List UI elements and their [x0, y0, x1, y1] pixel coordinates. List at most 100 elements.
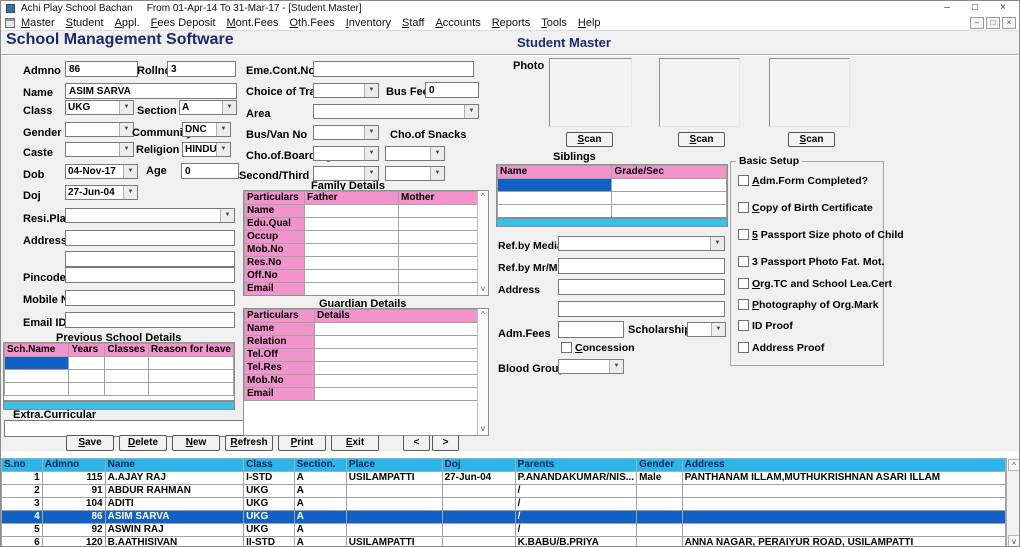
chevron-down-icon[interactable]: ▼	[119, 143, 133, 156]
cell[interactable]	[637, 537, 683, 547]
cell[interactable]: 91	[42, 485, 105, 498]
column-header[interactable]: Particulars	[245, 192, 305, 205]
cell[interactable]	[399, 257, 479, 270]
cell[interactable]: 92	[42, 524, 105, 537]
chevron-down-icon[interactable]: ▼	[711, 323, 725, 336]
address-proof-checkbox[interactable]	[738, 342, 749, 353]
mobile-input[interactable]	[65, 290, 235, 306]
cell[interactable]	[305, 283, 399, 296]
column-header[interactable]: Classes	[105, 344, 149, 357]
child-close-icon[interactable]: ×	[1002, 17, 1016, 29]
column-header[interactable]: Name	[498, 166, 612, 179]
table-row[interactable]: Off.No	[245, 270, 479, 283]
rollno-input[interactable]	[167, 61, 236, 77]
table-row[interactable]: Mob.No	[245, 375, 479, 388]
lang-combo-2[interactable]: ▼	[385, 166, 445, 181]
column-header[interactable]: Address	[682, 459, 1005, 472]
cell[interactable]	[399, 205, 479, 218]
column-header[interactable]: Grade/Sec	[612, 166, 727, 179]
menu-student[interactable]: Student	[66, 17, 104, 29]
column-header[interactable]: Mother	[399, 192, 479, 205]
chevron-down-icon[interactable]: ▼	[364, 84, 378, 97]
cell[interactable]	[637, 524, 683, 537]
cell[interactable]	[148, 383, 233, 396]
travel-combo[interactable]: ▼	[313, 83, 379, 98]
cell[interactable]: USILAMPATTI	[346, 537, 442, 547]
cell[interactable]: /	[515, 485, 637, 498]
cell[interactable]: 6	[2, 537, 43, 547]
address-input-2[interactable]	[65, 251, 235, 267]
cell[interactable]	[315, 323, 479, 336]
cell[interactable]	[498, 205, 612, 218]
community-combo[interactable]: DNC ▼	[182, 122, 231, 137]
table-row[interactable]: Res.No	[245, 257, 479, 270]
cell[interactable]: /	[515, 524, 637, 537]
cell[interactable]	[305, 231, 399, 244]
cell[interactable]	[5, 357, 69, 370]
cell[interactable]: P.ANANDAKUMAR/NIS...	[515, 472, 637, 485]
table-row[interactable]	[498, 179, 727, 192]
cell[interactable]: ANNA NAGAR, PERAIYUR ROAD, USILAMPATTI	[682, 537, 1005, 547]
cell[interactable]: PANTHANAM ILLAM,MUTHUKRISHNAN ASARI ILLA…	[682, 472, 1005, 485]
scroll-up-icon[interactable]: ^	[478, 191, 488, 202]
column-header[interactable]: Doj	[442, 459, 515, 472]
photography-org-mark-checkbox[interactable]	[738, 299, 749, 310]
cell[interactable]	[5, 383, 69, 396]
ref-mrmrs-input[interactable]	[558, 258, 725, 274]
cell[interactable]	[148, 357, 233, 370]
cell[interactable]: K.BABU/B.PRIYA	[515, 537, 637, 547]
column-header[interactable]: Sch.Name	[5, 344, 69, 357]
cell[interactable]: 86	[42, 511, 105, 524]
cell[interactable]: ASIM SARVA	[105, 511, 243, 524]
chevron-down-icon[interactable]: ▼	[216, 123, 230, 136]
adm-form-completed-checkbox[interactable]	[738, 175, 749, 186]
chevron-down-icon[interactable]: ▼	[609, 360, 623, 373]
cell[interactable]	[105, 370, 149, 383]
cell[interactable]	[637, 511, 683, 524]
scan-button-1[interactable]: Scan	[566, 132, 613, 147]
table-row[interactable]: 1115A.AJAY RAJI-STDAUSILAMPATTI27-Jun-04…	[2, 472, 1006, 485]
scan-button-2[interactable]: Scan	[678, 132, 725, 147]
cell[interactable]	[442, 511, 515, 524]
pincode-input[interactable]	[65, 267, 235, 283]
adm-fees-input[interactable]	[558, 321, 624, 338]
cell[interactable]	[105, 357, 149, 370]
address-input-1[interactable]	[65, 230, 235, 246]
save-button[interactable]: Save	[66, 435, 114, 451]
cell[interactable]	[399, 231, 479, 244]
column-header[interactable]: Parents	[515, 459, 637, 472]
scroll-down-icon[interactable]: v	[478, 424, 488, 435]
cell[interactable]: A	[294, 524, 346, 537]
cell[interactable]	[682, 498, 1005, 511]
cell[interactable]: 27-Jun-04	[442, 472, 515, 485]
scroll-down-icon[interactable]: v	[478, 284, 488, 295]
chevron-down-icon[interactable]: ▼	[430, 167, 444, 180]
table-row[interactable]: Email	[245, 388, 479, 401]
cell[interactable]	[346, 524, 442, 537]
menu-appl[interactable]: Appl.	[115, 17, 140, 29]
cell[interactable]: /	[515, 511, 637, 524]
column-header[interactable]: Place	[346, 459, 442, 472]
cell[interactable]: 2	[2, 485, 43, 498]
chevron-down-icon[interactable]: ▼	[364, 167, 378, 180]
delete-button[interactable]: Delete	[119, 435, 167, 451]
cell[interactable]: 104	[42, 498, 105, 511]
column-header[interactable]: Reason for leave	[148, 344, 233, 357]
cell[interactable]: UKG	[244, 498, 295, 511]
cell[interactable]	[399, 244, 479, 257]
prev-record-button[interactable]: <	[403, 435, 430, 451]
chevron-down-icon[interactable]: ▼	[123, 165, 137, 178]
column-header[interactable]: Years	[69, 344, 105, 357]
table-row[interactable]	[5, 370, 234, 383]
cell[interactable]	[682, 485, 1005, 498]
table-row[interactable]: 486ASIM SARVAUKGA/	[2, 511, 1006, 524]
cell[interactable]	[442, 485, 515, 498]
chevron-down-icon[interactable]: ▼	[216, 143, 230, 156]
cell[interactable]	[315, 349, 479, 362]
table-row[interactable]: Name	[245, 205, 479, 218]
busvan-combo[interactable]: ▼	[313, 125, 379, 140]
photo-box-3[interactable]	[769, 58, 850, 127]
cell[interactable]: B.AATHISIVAN	[105, 537, 243, 547]
cell[interactable]	[637, 485, 683, 498]
menu-tools[interactable]: Tools	[541, 17, 567, 29]
